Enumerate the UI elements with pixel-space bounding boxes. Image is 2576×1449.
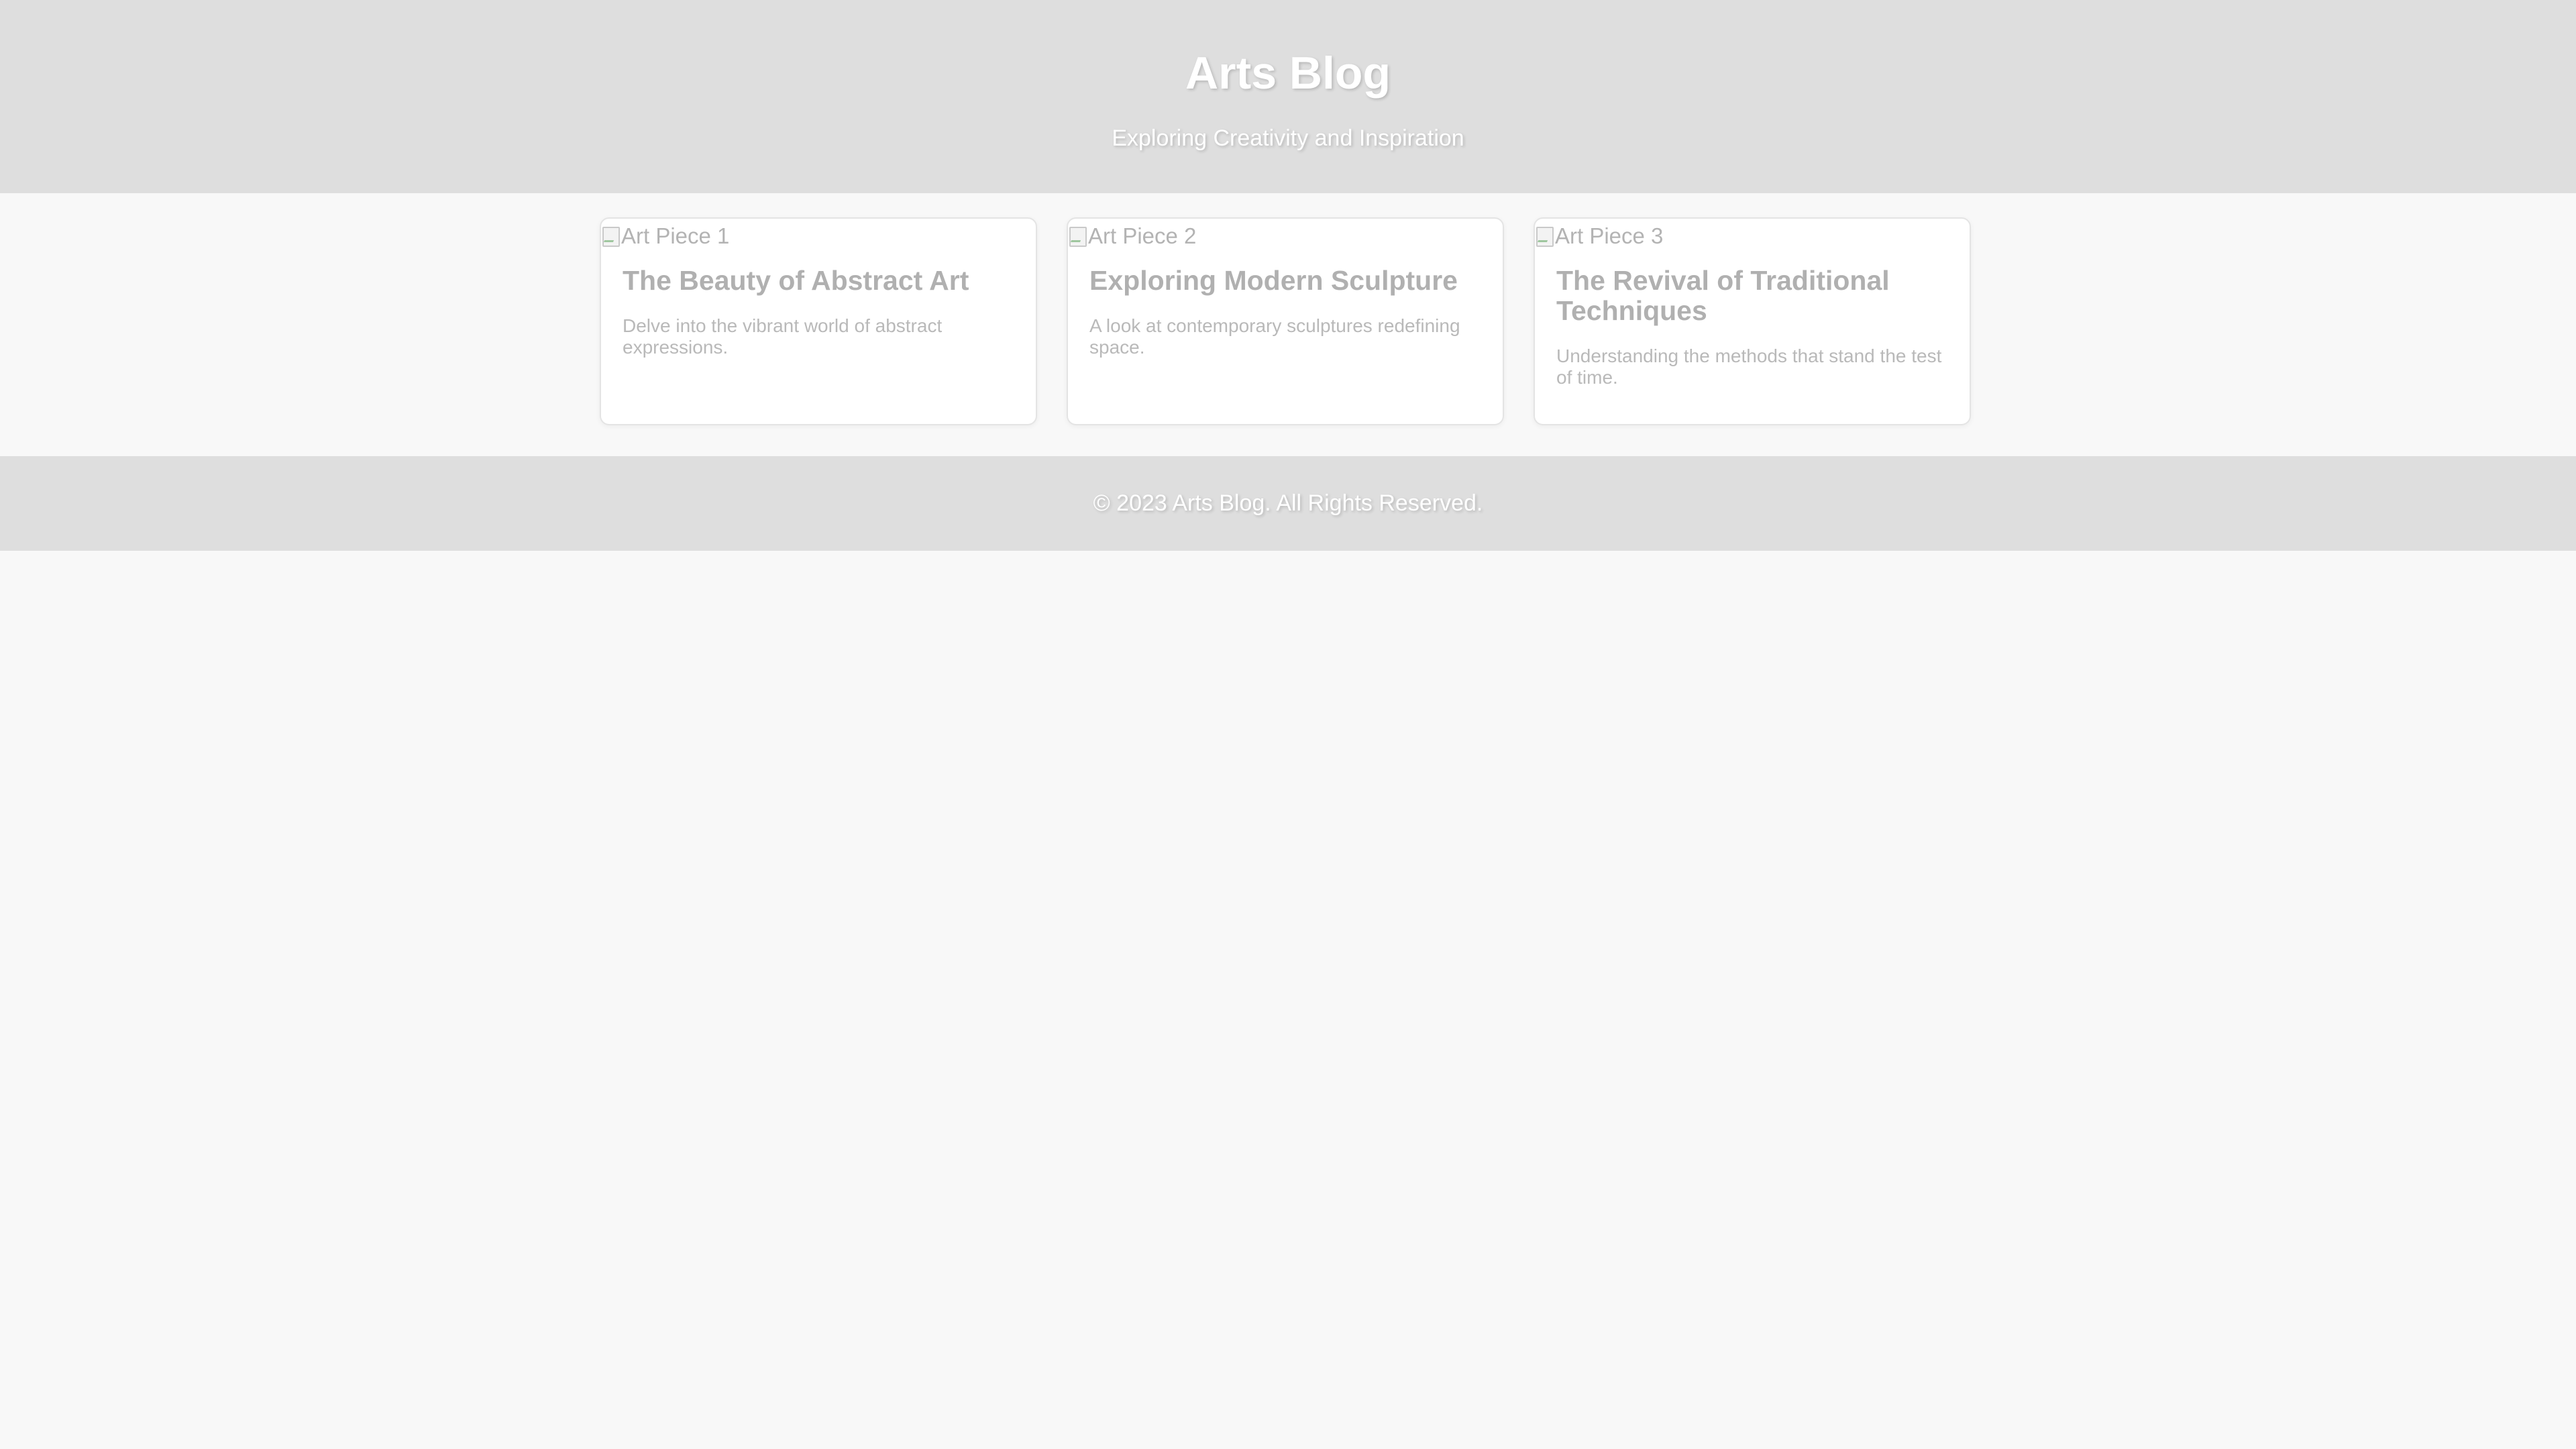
post-description: Delve into the vibrant world of abstract…: [623, 315, 943, 358]
post-title[interactable]: The Beauty of Abstract Art: [623, 266, 1018, 296]
site-title: Arts Blog: [1185, 48, 1391, 99]
post-title[interactable]: Exploring Modern Sculpture: [1089, 266, 1485, 296]
post-description: Understanding the methods that stand the…: [1556, 345, 1942, 388]
post-image[interactable]: Art Piece 3: [1535, 221, 1663, 251]
post-image-alt: Art Piece 1: [621, 223, 730, 248]
post-image[interactable]: Art Piece 1: [601, 221, 729, 251]
post-list: Art Piece 1 The Beauty of Abstract Art D…: [600, 217, 1971, 425]
post-card[interactable]: Art Piece 3 The Revival of Traditional T…: [1534, 217, 1971, 425]
broken-image-icon: [601, 225, 620, 247]
site-footer: © 2023 Arts Blog. All Rights Reserved.: [0, 456, 2576, 551]
post-description: A look at contemporary sculptures redefi…: [1089, 315, 1460, 358]
broken-image-icon: [1068, 225, 1087, 247]
broken-image-icon: [1535, 225, 1554, 247]
post-image-alt: Art Piece 3: [1555, 223, 1664, 248]
copyright-text: © 2023 Arts Blog. All Rights Reserved.: [1093, 490, 1483, 516]
post-image-alt: Art Piece 2: [1088, 223, 1197, 248]
post-title[interactable]: The Revival of Traditional Techniques: [1556, 266, 1952, 326]
post-card[interactable]: Art Piece 2 Exploring Modern Sculpture A…: [1067, 217, 1504, 425]
site-header: Arts Blog Exploring Creativity and Inspi…: [0, 0, 2576, 193]
post-card[interactable]: Art Piece 1 The Beauty of Abstract Art D…: [600, 217, 1037, 425]
post-image[interactable]: Art Piece 2: [1068, 221, 1196, 251]
site-tagline: Exploring Creativity and Inspiration: [1112, 125, 1464, 151]
